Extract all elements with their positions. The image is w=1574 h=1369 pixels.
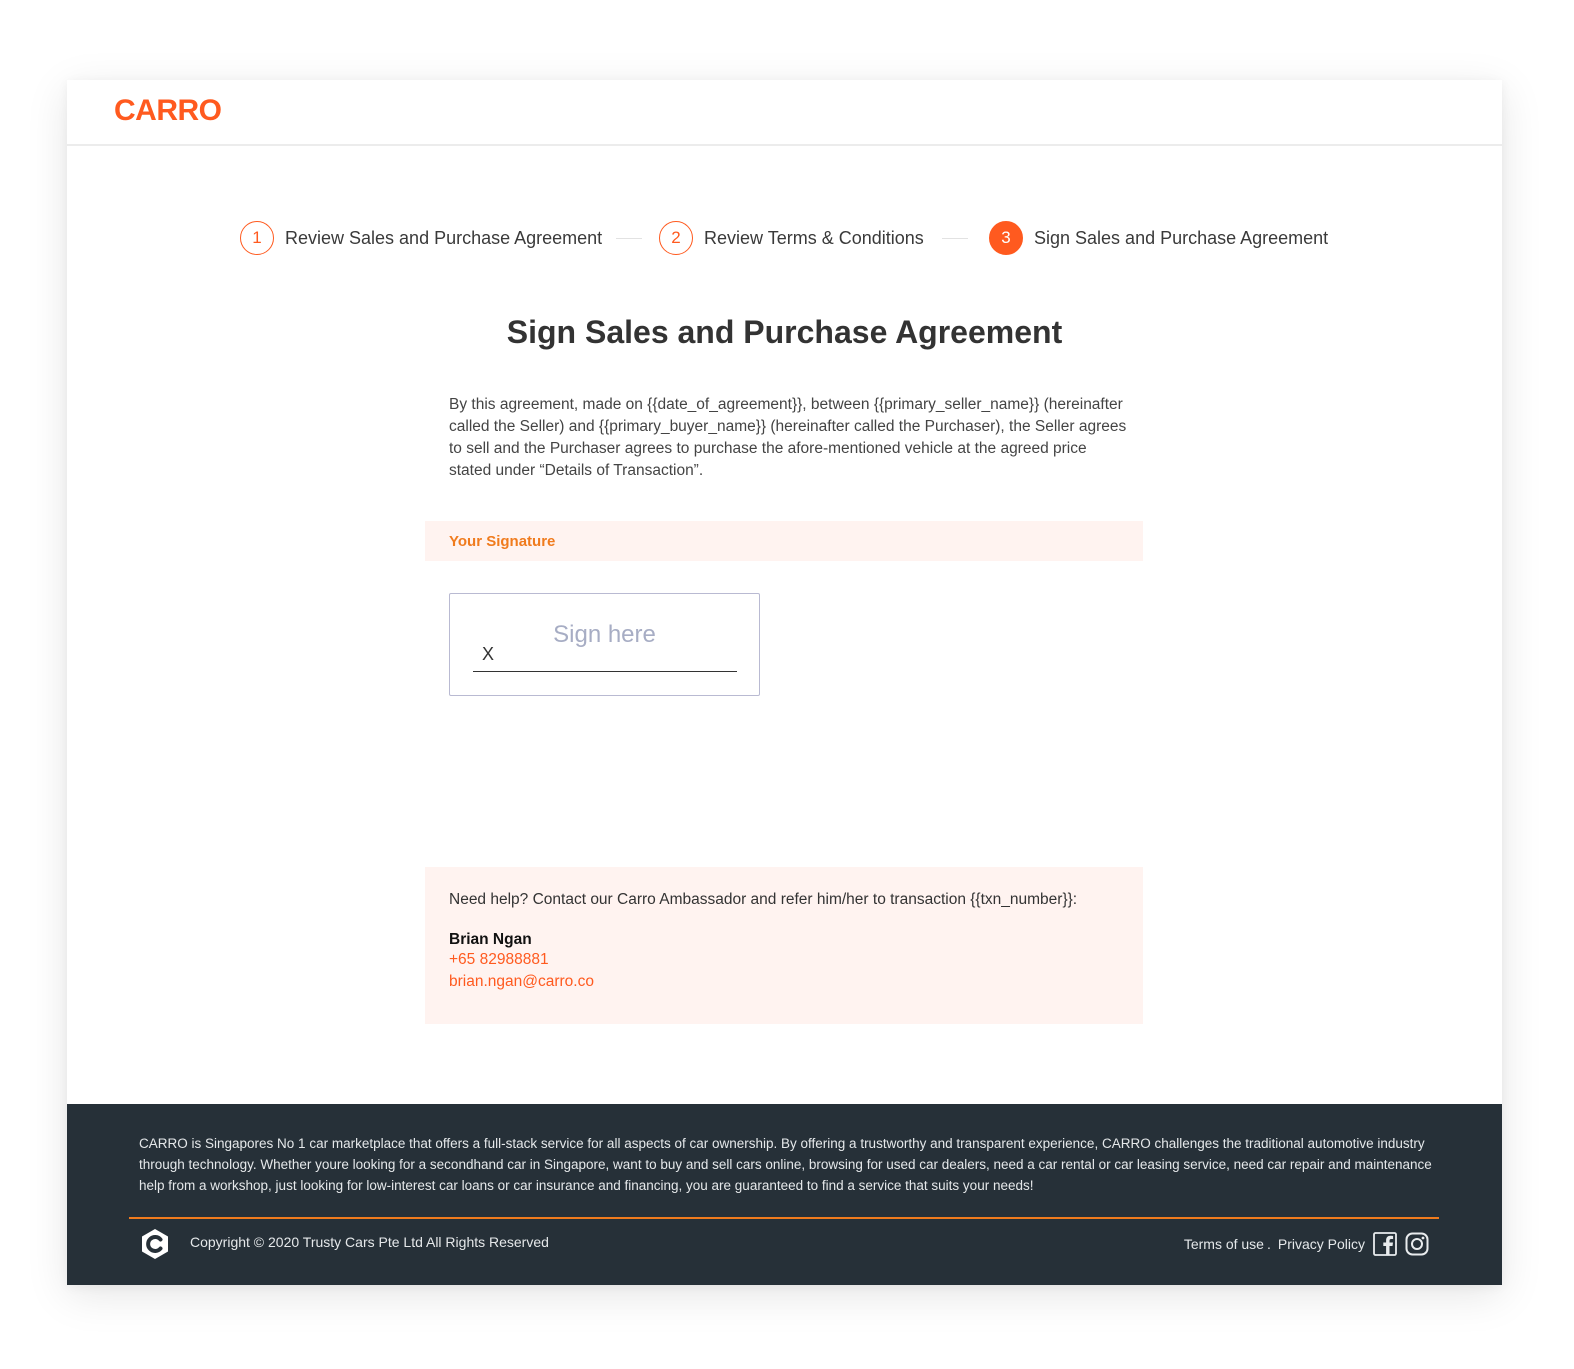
instagram-icon[interactable] (1405, 1232, 1429, 1256)
signature-section-header: Your Signature (425, 521, 1143, 561)
terms-of-use-link[interactable]: Terms of use (1184, 1236, 1264, 1252)
step-label-2: Review Terms & Conditions (704, 227, 924, 248)
step-connector (616, 238, 642, 239)
link-separator: . (1266, 1236, 1271, 1252)
signature-pad[interactable]: Sign here X (449, 593, 760, 696)
footer: CARRO is Singapores No 1 car marketplace… (67, 1104, 1502, 1285)
top-bar: CARRO (67, 80, 1502, 146)
agreement-intro: By this agreement, made on {{date_of_agr… (449, 396, 1127, 479)
step-review-spa[interactable]: 1 Review Sales and Purchase Agreement (240, 221, 602, 255)
help-text: Need help? Contact our Carro Ambassador … (449, 891, 1078, 908)
step-label-3: Sign Sales and Purchase Agreement (1034, 227, 1329, 248)
footer-divider (129, 1217, 1439, 1219)
signature-x-mark: X (482, 644, 495, 664)
ambassador-email-link[interactable]: brian.ngan@carro.co (449, 971, 1119, 993)
footer-links: Terms of use . Privacy Policy (1184, 1228, 1429, 1260)
signature-section-label: Your Signature (449, 532, 556, 550)
ambassador-name: Brian Ngan (449, 931, 532, 948)
step-review-terms[interactable]: 2 Review Terms & Conditions (659, 221, 924, 255)
signature-line (473, 671, 737, 672)
help-box: Need help? Contact our Carro Ambassador … (425, 867, 1143, 1024)
step-connector (942, 238, 968, 239)
step-number-3: 3 (989, 221, 1023, 255)
step-label-1: Review Sales and Purchase Agreement (285, 227, 603, 248)
ambassador-phone-link[interactable]: +65 82988881 (449, 949, 1119, 971)
page-title: Sign Sales and Purchase Agreement (506, 314, 1063, 350)
carro-logo[interactable]: CARRO (114, 94, 222, 128)
footer-description: CARRO is Singapores No 1 car marketplace… (139, 1136, 1432, 1193)
stepper: 1 Review Sales and Purchase Agreement 2 … (67, 221, 1502, 255)
step-number-2: 2 (659, 221, 693, 255)
facebook-icon[interactable] (1373, 1232, 1397, 1256)
step-number-1: 1 (240, 221, 274, 255)
carro-logo-icon (142, 1229, 168, 1259)
step-sign-spa[interactable]: 3 Sign Sales and Purchase Agreement (989, 221, 1328, 255)
signature-placeholder: Sign here (553, 621, 656, 648)
page-frame: CARRO 1 Review Sales and Purchase Agreem… (67, 80, 1502, 1285)
privacy-policy-link[interactable]: Privacy Policy (1278, 1236, 1365, 1252)
copyright-text: Copyright © 2020 Trusty Cars Pte Ltd All… (190, 1234, 549, 1250)
